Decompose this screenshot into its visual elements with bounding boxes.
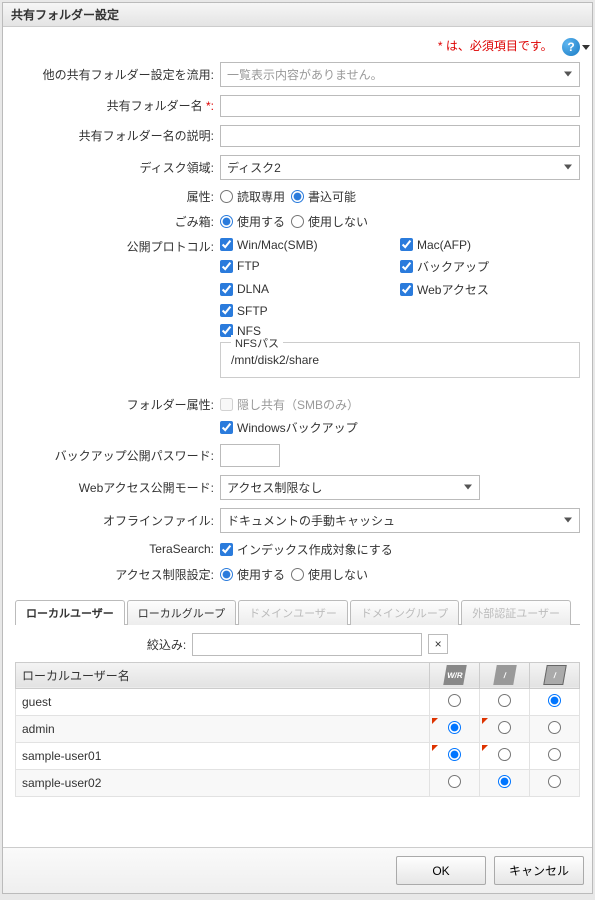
filter-input[interactable]: [192, 633, 422, 656]
filter-label: 絞込み:: [147, 636, 186, 653]
perm-r-radio[interactable]: [498, 694, 511, 707]
table-row: admin: [16, 715, 580, 742]
attr-label: 属性:: [15, 188, 220, 205]
proto-sftp-checkbox[interactable]: SFTP: [220, 304, 400, 318]
trash-use-radio[interactable]: 使用する: [220, 213, 285, 230]
access-nouse-radio[interactable]: 使用しない: [291, 566, 368, 583]
disk-label: ディスク領域:: [15, 159, 220, 176]
tab-ext-auth: 外部認証ユーザー: [461, 600, 571, 625]
folder-name-input[interactable]: [220, 95, 580, 117]
name-label: 共有フォルダー名 *:: [15, 97, 220, 114]
button-bar: OK キャンセル: [3, 847, 592, 893]
perm-r-radio[interactable]: [498, 748, 511, 761]
perm-wr-radio[interactable]: [448, 775, 461, 788]
perm-wr-radio[interactable]: [448, 721, 461, 734]
user-name: guest: [16, 688, 430, 715]
nfs-path-legend: NFSパス: [231, 335, 283, 351]
web-mode-label: Webアクセス公開モード:: [15, 479, 220, 496]
access-use-radio[interactable]: 使用する: [220, 566, 285, 583]
perm-r-radio[interactable]: [498, 721, 511, 734]
tab-domain-group: ドメイングループ: [350, 600, 459, 625]
ok-button[interactable]: OK: [396, 856, 486, 885]
col-perm-none: /: [530, 662, 580, 688]
perm-r-radio[interactable]: [498, 775, 511, 788]
col-perm-r: /: [480, 662, 530, 688]
terasearch-checkbox[interactable]: インデックス作成対象にする: [220, 541, 393, 558]
terasearch-label: TeraSearch:: [15, 542, 220, 556]
folder-desc-input[interactable]: [220, 125, 580, 147]
table-row: sample-user02: [16, 769, 580, 796]
proto-smb-checkbox[interactable]: Win/Mac(SMB): [220, 238, 400, 252]
backup-pw-label: バックアップ公開パスワード:: [15, 447, 220, 464]
perm-none-radio[interactable]: [548, 748, 561, 761]
tab-local-group[interactable]: ローカルグループ: [127, 600, 236, 625]
tab-domain-user: ドメインユーザー: [238, 600, 348, 625]
proto-afp-checkbox[interactable]: Mac(AFP): [400, 238, 580, 252]
proto-dlna-checkbox[interactable]: DLNA: [220, 281, 400, 298]
disk-select[interactable]: ディスク2: [220, 155, 580, 180]
reuse-label: 他の共有フォルダー設定を流用:: [15, 66, 220, 83]
perm-wr-radio[interactable]: [448, 694, 461, 707]
offline-label: オフラインファイル:: [15, 512, 220, 529]
proto-backup-checkbox[interactable]: バックアップ: [400, 258, 580, 275]
offline-select[interactable]: ドキュメントの手動キャッシュ: [220, 508, 580, 533]
folder-attr-label: フォルダー属性:: [15, 396, 220, 413]
filter-clear-button[interactable]: ×: [428, 634, 448, 654]
user-tabs: ローカルユーザー ローカルグループ ドメインユーザー ドメイングループ 外部認証…: [15, 599, 580, 625]
access-label: アクセス制限設定:: [15, 566, 220, 583]
cancel-button[interactable]: キャンセル: [494, 856, 584, 885]
nfs-path-fieldset: NFSパス /mnt/disk2/share: [220, 342, 580, 378]
proto-ftp-checkbox[interactable]: FTP: [220, 258, 400, 275]
nfs-path-value: /mnt/disk2/share: [231, 353, 319, 367]
required-note: * は、必須項目です。: [438, 39, 553, 53]
tab-local-user[interactable]: ローカルユーザー: [15, 600, 125, 625]
shared-folder-settings-dialog: 共有フォルダー設定 * は、必須項目です。 ? 他の共有フォルダー設定を流用: …: [2, 2, 593, 894]
reuse-select[interactable]: 一覧表示内容がありません。: [220, 62, 580, 87]
web-mode-select[interactable]: アクセス制限なし: [220, 475, 480, 500]
form-content: * は、必須項目です。 ? 他の共有フォルダー設定を流用: 一覧表示内容がありま…: [3, 27, 592, 847]
user-name: sample-user01: [16, 742, 430, 769]
proto-label: 公開プロトコル:: [15, 238, 220, 255]
table-row: sample-user01: [16, 742, 580, 769]
perm-none-radio[interactable]: [548, 775, 561, 788]
proto-web-checkbox[interactable]: Webアクセス: [400, 281, 580, 298]
user-permission-grid: ローカルユーザー名 W/R / / guest admin: [15, 662, 580, 797]
perm-none-radio[interactable]: [548, 694, 561, 707]
help-icon[interactable]: ?: [562, 38, 580, 56]
required-note-row: * は、必須項目です。 ?: [15, 37, 580, 56]
attr-writable-radio[interactable]: 書込可能: [291, 188, 356, 205]
windows-backup-checkbox[interactable]: Windowsバックアップ: [220, 419, 358, 436]
hidden-share-checkbox: 隠し共有（SMBのみ）: [220, 396, 359, 413]
window-title: 共有フォルダー設定: [3, 3, 592, 27]
filter-row: 絞込み: ×: [15, 633, 580, 656]
user-name: sample-user02: [16, 769, 430, 796]
trash-label: ごみ箱:: [15, 213, 220, 230]
perm-none-radio[interactable]: [548, 721, 561, 734]
attr-readonly-radio[interactable]: 読取専用: [220, 188, 285, 205]
perm-wr-radio[interactable]: [448, 748, 461, 761]
desc-label: 共有フォルダー名の説明:: [15, 127, 220, 144]
table-row: guest: [16, 688, 580, 715]
user-name: admin: [16, 715, 430, 742]
col-username: ローカルユーザー名: [16, 662, 430, 688]
col-perm-wr: W/R: [430, 662, 480, 688]
trash-nouse-radio[interactable]: 使用しない: [291, 213, 368, 230]
backup-pw-input[interactable]: [220, 444, 280, 467]
